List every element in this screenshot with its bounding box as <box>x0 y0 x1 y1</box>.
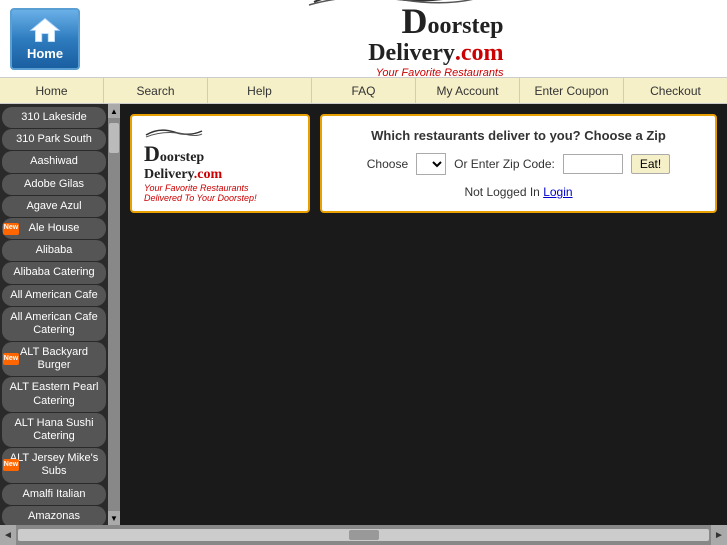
sidebar-item[interactable]: Aashiwad <box>2 151 106 172</box>
logo-line2: Delivery .com <box>368 40 503 67</box>
zip-title: Which restaurants deliver to you? Choose… <box>338 128 699 143</box>
nav-coupon[interactable]: Enter Coupon <box>520 78 624 103</box>
logo-d-letter: D <box>402 3 428 39</box>
nav-account[interactable]: My Account <box>416 78 520 103</box>
sidebar: 310 Lakeside310 Park SouthAashiwadAdobe … <box>0 104 120 525</box>
logo-tagline1: Your Favorite Restaurants <box>366 67 504 79</box>
scroll-thumb[interactable] <box>349 530 379 540</box>
login-row: Not Logged In Login <box>338 185 699 199</box>
header: Home D oorstep Delivery .com Your Favori… <box>0 0 727 78</box>
zip-input[interactable] <box>563 154 623 174</box>
nav-help[interactable]: Help <box>208 78 312 103</box>
sidebar-item[interactable]: ALT Hana Sushi Catering <box>2 413 106 447</box>
sidebar-item[interactable]: All American Cafe Catering <box>2 307 106 341</box>
zip-chooser: Which restaurants deliver to you? Choose… <box>320 114 717 213</box>
login-link[interactable]: Login <box>543 185 572 199</box>
sidebar-item[interactable]: NewALT Backyard Burger <box>2 342 106 376</box>
eat-button[interactable]: Eat! <box>631 154 670 174</box>
scroll-track[interactable] <box>18 529 709 541</box>
nav-home[interactable]: Home <box>0 78 104 103</box>
small-logo: Doorstep Delivery.com Your Favorite Rest… <box>144 124 257 203</box>
sidebar-items: 310 Lakeside310 Park SouthAashiwadAdobe … <box>0 104 108 525</box>
sidebar-item[interactable]: Adobe Gilas <box>2 174 106 195</box>
not-logged-text: Not Logged In <box>464 185 539 199</box>
content-area: Doorstep Delivery.com Your Favorite Rest… <box>120 104 727 525</box>
home-label: Home <box>27 46 63 61</box>
sidebar-item[interactable]: Amalfi Italian <box>2 484 106 505</box>
scroll-right-button[interactable]: ► <box>711 525 727 545</box>
small-logo-swirl <box>144 124 204 139</box>
navbar: Home Search Help FAQ My Account Enter Co… <box>0 78 727 104</box>
sidebar-scrollbar[interactable]: ▲ ▼ <box>108 104 120 525</box>
sidebar-scroll-thumb[interactable] <box>109 123 119 153</box>
home-icon <box>29 16 61 44</box>
sidebar-item[interactable]: 310 Park South <box>2 129 106 150</box>
nav-faq[interactable]: FAQ <box>312 78 416 103</box>
sidebar-item[interactable]: 310 Lakeside <box>2 107 106 128</box>
logo-dotcom: .com <box>455 40 504 67</box>
small-tagline2: Delivered To Your Doorstep! <box>144 193 257 203</box>
sidebar-scroll-down[interactable]: ▼ <box>108 511 120 525</box>
sidebar-item[interactable]: Agave Azul <box>2 196 106 217</box>
logo: D oorstep Delivery .com Your Favorite Re… <box>304 0 504 91</box>
zip-row: Choose Or Enter Zip Code: Eat! <box>338 153 699 175</box>
sidebar-item[interactable]: Alibaba Catering <box>2 262 106 283</box>
zip-dropdown[interactable] <box>416 153 446 175</box>
nav-checkout[interactable]: Checkout <box>624 78 727 103</box>
sidebar-item[interactable]: Amazonas <box>2 506 106 525</box>
choose-label: Choose <box>367 157 408 171</box>
logo-area: D oorstep Delivery .com Your Favorite Re… <box>90 0 717 91</box>
sidebar-scroll-track[interactable] <box>108 118 120 511</box>
bottom-bar: ◄ ► <box>0 525 727 545</box>
nav-search[interactable]: Search <box>104 78 208 103</box>
logo-oorstep: oorstep <box>428 13 504 40</box>
sidebar-item[interactable]: ALT Eastern Pearl Catering <box>2 377 106 411</box>
small-logo-text: Doorstep Delivery.com <box>144 141 257 183</box>
sidebar-item[interactable]: NewALT Jersey Mike's Subs <box>2 448 106 482</box>
logo-title: D oorstep <box>402 3 504 40</box>
sidebar-item[interactable]: NewAle House <box>2 218 106 239</box>
home-button[interactable]: Home <box>10 8 80 70</box>
main-layout: 310 Lakeside310 Park SouthAashiwadAdobe … <box>0 104 727 525</box>
or-label: Or Enter Zip Code: <box>454 157 555 171</box>
content-top: Doorstep Delivery.com Your Favorite Rest… <box>130 114 717 213</box>
content-banner: Doorstep Delivery.com Your Favorite Rest… <box>130 114 310 213</box>
small-tagline1: Your Favorite Restaurants <box>144 183 257 193</box>
scroll-left-button[interactable]: ◄ <box>0 525 16 545</box>
logo-delivery: Delivery <box>368 40 455 67</box>
sidebar-item[interactable]: Alibaba <box>2 240 106 261</box>
sidebar-scroll-up[interactable]: ▲ <box>108 104 120 118</box>
sidebar-item[interactable]: All American Cafe <box>2 285 106 306</box>
